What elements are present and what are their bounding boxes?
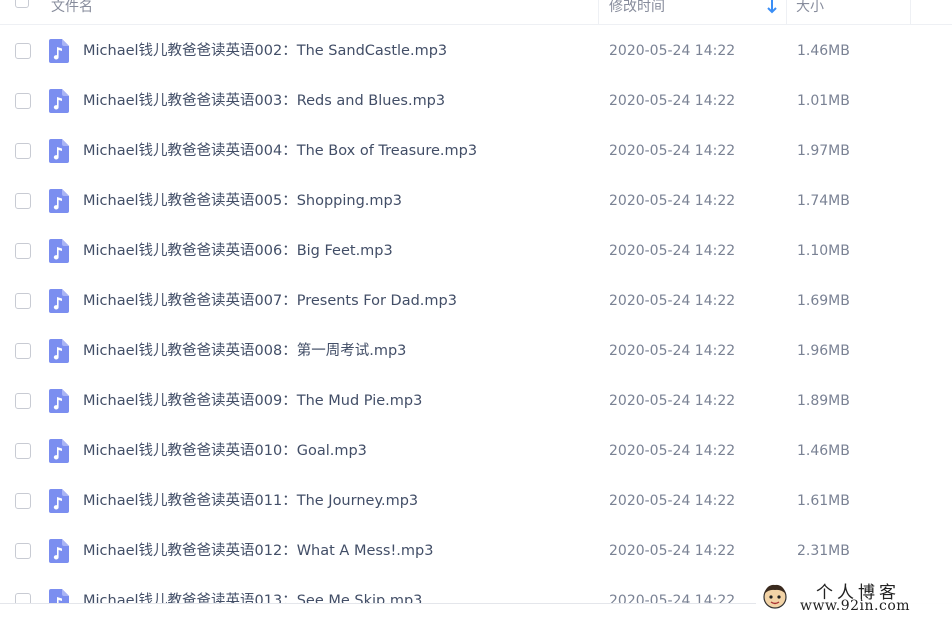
music-note-icon bbox=[49, 489, 69, 513]
file-modified-time: 2020-05-24 14:22 bbox=[609, 243, 736, 259]
file-modified-time: 2020-05-24 14:22 bbox=[609, 493, 736, 509]
file-row[interactable]: Michael钱儿教爸爸读英语008：第一周考试.mp3 2020-05-24 … bbox=[0, 326, 952, 376]
music-note-icon bbox=[49, 339, 69, 363]
file-name[interactable]: Michael钱儿教爸爸读英语005：Shopping.mp3 bbox=[83, 192, 402, 210]
cartoon-face-icon bbox=[763, 584, 787, 609]
file-modified-time: 2020-05-24 14:22 bbox=[609, 43, 736, 59]
row-checkbox[interactable] bbox=[15, 93, 31, 109]
file-name[interactable]: Michael钱儿教爸爸读英语002：The SandCastle.mp3 bbox=[83, 42, 447, 60]
file-list-header: 文件名 修改时间 大小 bbox=[0, 0, 952, 25]
column-header-modified[interactable]: 修改时间 bbox=[609, 0, 665, 19]
file-row[interactable]: Michael钱儿教爸爸读英语009：The Mud Pie.mp3 2020-… bbox=[0, 376, 952, 426]
music-note-icon bbox=[49, 189, 69, 213]
music-note-icon bbox=[49, 389, 69, 413]
file-row[interactable]: Michael钱儿教爸爸读英语002：The SandCastle.mp3 20… bbox=[0, 26, 952, 76]
file-modified-time: 2020-05-24 14:22 bbox=[609, 393, 736, 409]
row-checkbox[interactable] bbox=[15, 343, 31, 359]
file-size: 1.46MB bbox=[797, 443, 850, 459]
file-name[interactable]: Michael钱儿教爸爸读英语009：The Mud Pie.mp3 bbox=[83, 392, 422, 410]
file-size: 1.69MB bbox=[797, 293, 850, 309]
music-note-icon bbox=[49, 39, 69, 63]
row-checkbox[interactable] bbox=[15, 193, 31, 209]
row-checkbox[interactable] bbox=[15, 243, 31, 259]
file-modified-time: 2020-05-24 14:22 bbox=[609, 193, 736, 209]
row-checkbox[interactable] bbox=[15, 443, 31, 459]
file-size: 1.96MB bbox=[797, 343, 850, 359]
file-row[interactable]: Michael钱儿教爸爸读英语004：The Box of Treasure.m… bbox=[0, 126, 952, 176]
file-list: Michael钱儿教爸爸读英语002：The SandCastle.mp3 20… bbox=[0, 26, 952, 606]
music-note-icon bbox=[49, 239, 69, 263]
file-name[interactable]: Michael钱儿教爸爸读英语006：Big Feet.mp3 bbox=[83, 242, 393, 260]
row-checkbox[interactable] bbox=[15, 543, 31, 559]
file-size: 1.46MB bbox=[797, 43, 850, 59]
row-checkbox[interactable] bbox=[15, 393, 31, 409]
file-name[interactable]: Michael钱儿教爸爸读英语011：The Journey.mp3 bbox=[83, 492, 418, 510]
file-modified-time: 2020-05-24 14:22 bbox=[609, 543, 736, 559]
watermark: 个人博客 www.92in.com bbox=[756, 576, 952, 619]
music-note-icon bbox=[49, 539, 69, 563]
file-row[interactable]: Michael钱儿教爸爸读英语011：The Journey.mp3 2020-… bbox=[0, 476, 952, 526]
file-size: 1.10MB bbox=[797, 243, 850, 259]
select-all-checkbox[interactable] bbox=[15, 0, 29, 8]
sort-down-arrow-icon[interactable] bbox=[766, 0, 778, 16]
watermark-url: www.92in.com bbox=[800, 598, 911, 614]
row-checkbox[interactable] bbox=[15, 293, 31, 309]
file-row[interactable]: Michael钱儿教爸爸读英语012：What A Mess!.mp3 2020… bbox=[0, 526, 952, 576]
music-note-icon bbox=[49, 89, 69, 113]
file-size: 1.89MB bbox=[797, 393, 850, 409]
column-header-name[interactable]: 文件名 bbox=[51, 0, 93, 19]
file-modified-time: 2020-05-24 14:22 bbox=[609, 443, 736, 459]
file-modified-time: 2020-05-24 14:22 bbox=[609, 93, 736, 109]
column-header-size[interactable]: 大小 bbox=[796, 0, 824, 19]
file-size: 1.74MB bbox=[797, 193, 850, 209]
file-size: 1.97MB bbox=[797, 143, 850, 159]
music-note-icon bbox=[49, 439, 69, 463]
file-row[interactable]: Michael钱儿教爸爸读英语007：Presents For Dad.mp3 … bbox=[0, 276, 952, 326]
file-name[interactable]: Michael钱儿教爸爸读英语008：第一周考试.mp3 bbox=[83, 342, 406, 360]
file-modified-time: 2020-05-24 14:22 bbox=[609, 143, 736, 159]
file-size: 2.31MB bbox=[797, 543, 850, 559]
file-row[interactable]: Michael钱儿教爸爸读英语003：Reds and Blues.mp3 20… bbox=[0, 76, 952, 126]
file-name[interactable]: Michael钱儿教爸爸读英语012：What A Mess!.mp3 bbox=[83, 542, 433, 560]
file-modified-time: 2020-05-24 14:22 bbox=[609, 293, 736, 309]
file-name[interactable]: Michael钱儿教爸爸读英语003：Reds and Blues.mp3 bbox=[83, 92, 445, 110]
file-row[interactable]: Michael钱儿教爸爸读英语010：Goal.mp3 2020-05-24 1… bbox=[0, 426, 952, 476]
column-divider[interactable] bbox=[786, 0, 787, 24]
file-name[interactable]: Michael钱儿教爸爸读英语010：Goal.mp3 bbox=[83, 442, 367, 460]
file-name[interactable]: Michael钱儿教爸爸读英语004：The Box of Treasure.m… bbox=[83, 142, 477, 160]
file-name[interactable]: Michael钱儿教爸爸读英语007：Presents For Dad.mp3 bbox=[83, 292, 457, 310]
file-row[interactable]: Michael钱儿教爸爸读英语006：Big Feet.mp3 2020-05-… bbox=[0, 226, 952, 276]
music-note-icon bbox=[49, 139, 69, 163]
column-divider[interactable] bbox=[910, 0, 911, 24]
file-row[interactable]: Michael钱儿教爸爸读英语005：Shopping.mp3 2020-05-… bbox=[0, 176, 952, 226]
row-checkbox[interactable] bbox=[15, 143, 31, 159]
file-size: 1.61MB bbox=[797, 493, 850, 509]
row-checkbox[interactable] bbox=[15, 43, 31, 59]
file-size: 1.01MB bbox=[797, 93, 850, 109]
row-checkbox[interactable] bbox=[15, 493, 31, 509]
column-divider[interactable] bbox=[598, 0, 599, 24]
file-modified-time: 2020-05-24 14:22 bbox=[609, 343, 736, 359]
music-note-icon bbox=[49, 289, 69, 313]
